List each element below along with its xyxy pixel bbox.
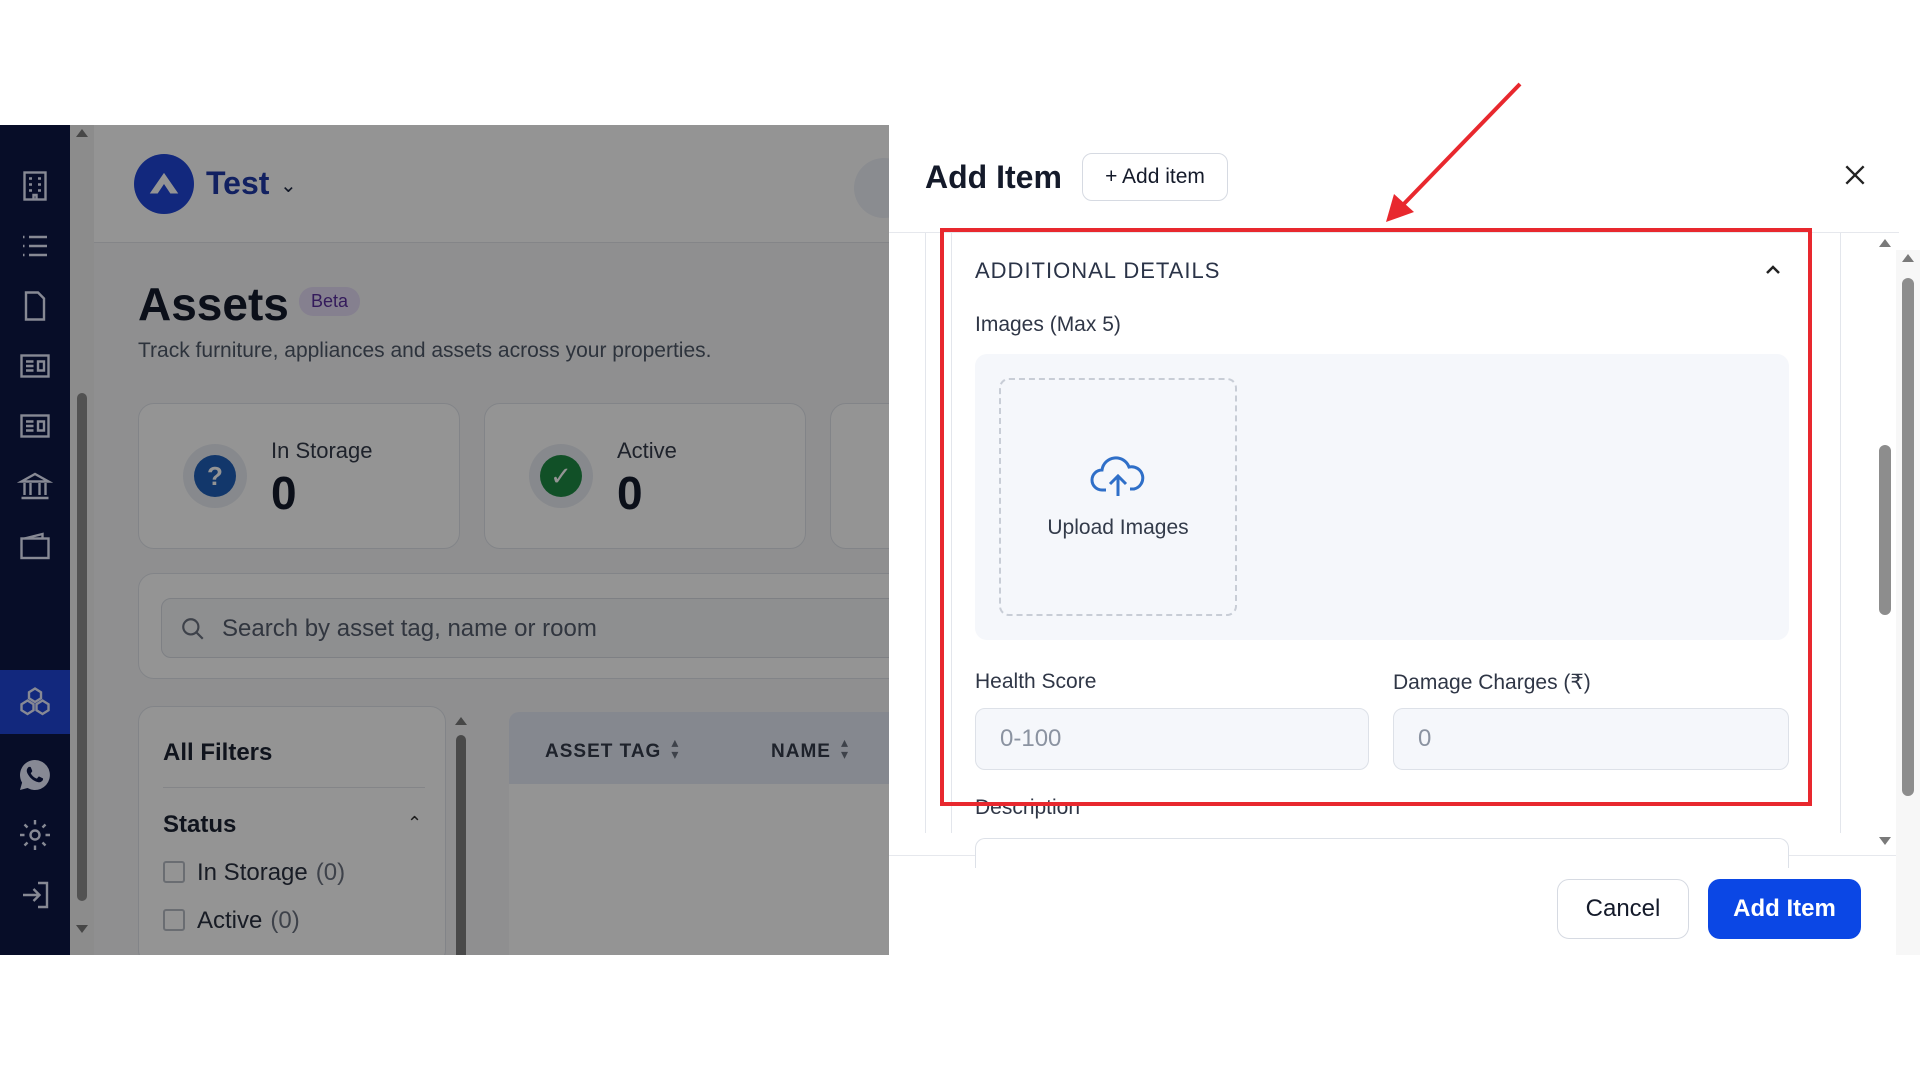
submit-add-item-button[interactable]: Add Item — [1708, 879, 1861, 939]
scroll-up-arrow[interactable] — [1902, 254, 1914, 262]
scroll-down-arrow[interactable] — [1879, 837, 1891, 845]
scroll-up-arrow[interactable] — [1879, 239, 1891, 247]
health-score-input[interactable] — [975, 708, 1369, 770]
description-input[interactable] — [975, 838, 1789, 868]
image-upload-area: Upload Images — [975, 354, 1789, 640]
damage-charges-input[interactable] — [1393, 708, 1789, 770]
upload-label: Upload Images — [1047, 516, 1189, 539]
upload-images-dropzone[interactable]: Upload Images — [999, 378, 1237, 616]
cancel-button[interactable]: Cancel — [1557, 879, 1689, 939]
add-another-item-button[interactable]: + Add item — [1082, 153, 1228, 201]
section-title[interactable]: ADDITIONAL DETAILS — [975, 258, 1220, 284]
close-icon[interactable] — [1835, 155, 1875, 195]
chevron-up-icon[interactable] — [1765, 262, 1781, 278]
damage-charges-label: Damage Charges (₹) — [1393, 671, 1591, 694]
page-scrollbar[interactable] — [1896, 250, 1920, 955]
drawer-scrollbar[interactable] — [1873, 233, 1897, 853]
description-label: Description — [975, 796, 1081, 819]
scrollbar-thumb[interactable] — [1879, 445, 1891, 615]
images-label: Images (Max 5) — [975, 313, 1121, 336]
drawer-title: Add Item — [925, 159, 1062, 195]
scrollbar-thumb[interactable] — [1902, 278, 1914, 796]
modal-backdrop[interactable] — [0, 125, 889, 955]
health-score-label: Health Score — [975, 670, 1097, 693]
assets-page: Test ⌄ Assets Beta Track furniture, appl… — [0, 125, 889, 955]
cloud-upload-icon — [1090, 456, 1145, 496]
